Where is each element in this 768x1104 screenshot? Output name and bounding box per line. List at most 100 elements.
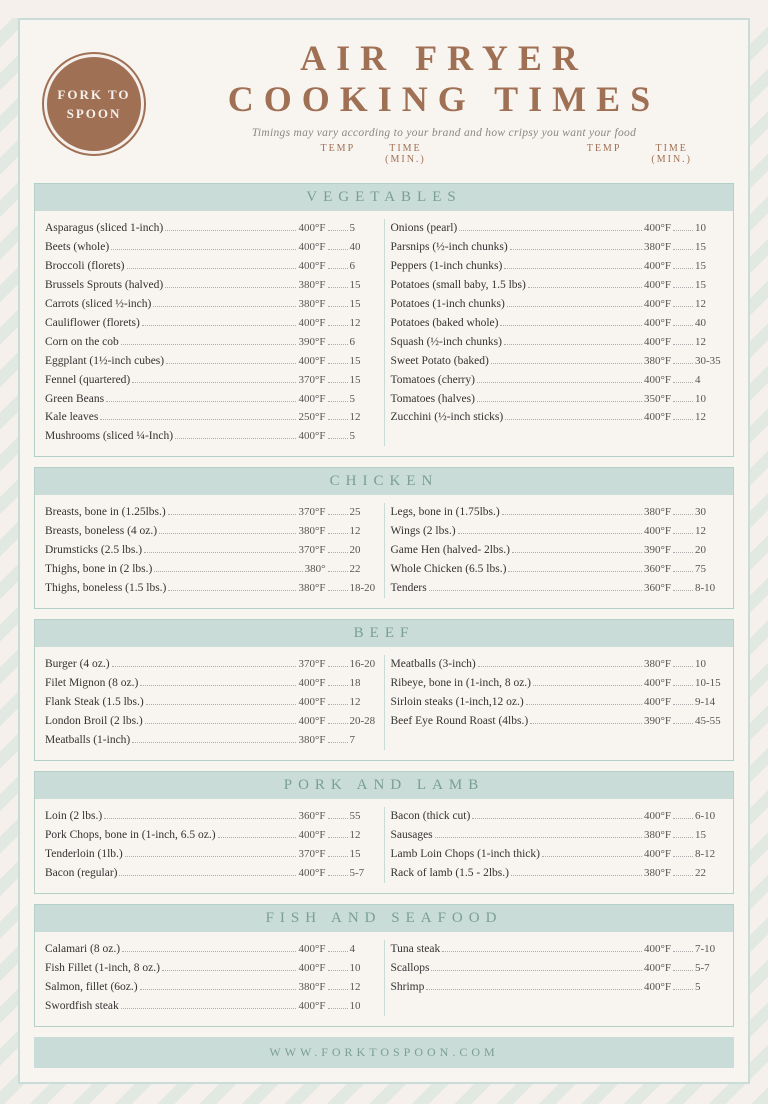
section-title: BEEF <box>35 625 733 642</box>
dot-leader-2 <box>673 856 693 857</box>
food-time: 40 <box>695 314 723 332</box>
dot-leader <box>175 438 296 439</box>
dot-leader-2 <box>673 590 693 591</box>
food-temp: 350°F <box>644 390 671 408</box>
dot-leader-2 <box>328 552 348 553</box>
dot-leader-2 <box>328 325 348 326</box>
table-row: Legs, bone in (1.75lbs.)380°F30 <box>391 503 724 522</box>
dot-leader-2 <box>673 268 693 269</box>
food-temp: 380°F <box>644 503 671 521</box>
food-time: 12 <box>695 295 723 313</box>
food-name: Cauliflower (florets) <box>45 314 140 333</box>
column-divider <box>384 655 385 750</box>
table-row: Beets (whole)400°F40 <box>45 238 378 257</box>
dot-leader <box>542 856 642 857</box>
dot-leader <box>132 382 296 383</box>
food-name: Pork Chops, bone in (1-inch, 6.5 oz.) <box>45 826 216 845</box>
food-name: Squash (½-inch chunks) <box>391 333 502 352</box>
section-body: Loin (2 lbs.)360°F55Pork Chops, bone in … <box>35 799 733 893</box>
food-time: 20 <box>695 541 723 559</box>
table-row: Loin (2 lbs.)360°F55 <box>45 807 378 826</box>
column-headers: Temp Time (Min.) Temp Time <box>164 139 724 171</box>
food-time: 15 <box>695 238 723 256</box>
left-time-label: Time (Min.) <box>385 143 426 165</box>
food-time: 8-10 <box>695 579 723 597</box>
dot-leader <box>111 249 296 250</box>
dot-leader-2 <box>673 951 693 952</box>
food-time: 12 <box>695 408 723 426</box>
food-temp: 400°F <box>298 693 325 711</box>
dot-leader-2 <box>673 571 693 572</box>
food-temp: 400°F <box>644 674 671 692</box>
food-time: 12 <box>350 408 378 426</box>
dot-leader-2 <box>328 856 348 857</box>
section-header: VEGETABLES <box>35 184 733 211</box>
right-temp-label: Temp <box>587 143 622 165</box>
food-name: Brussels Sprouts (halved) <box>45 276 163 295</box>
section-chicken: CHICKENBreasts, bone in (1.25lbs.)370°F2… <box>34 467 734 609</box>
dot-leader-2 <box>328 742 348 743</box>
food-time: 18-20 <box>350 579 378 597</box>
food-time: 12 <box>350 826 378 844</box>
food-name: Scallops <box>391 959 430 978</box>
food-name: Green Beans <box>45 390 104 409</box>
dot-leader <box>104 818 296 819</box>
food-name: Mushrooms (sliced ¼-Inch) <box>45 427 173 446</box>
food-name: Drumsticks (2.5 lbs.) <box>45 541 142 560</box>
food-name: Game Hen (halved- 2lbs.) <box>391 541 510 560</box>
dot-leader <box>165 287 296 288</box>
dot-leader <box>502 514 642 515</box>
food-column: Meatballs (3-inch)380°F10Ribeye, bone in… <box>391 655 724 750</box>
food-time: 5 <box>350 390 378 408</box>
food-temp: 400°F <box>644 219 671 237</box>
dot-leader <box>121 1008 297 1009</box>
dot-leader <box>146 704 297 705</box>
food-name: Potatoes (baked whole) <box>391 314 499 333</box>
dot-leader-2 <box>673 666 693 667</box>
dot-leader-2 <box>673 723 693 724</box>
food-temp: 400°F <box>644 978 671 996</box>
food-name: Tenderloin (1lb.) <box>45 845 123 864</box>
food-name: Eggplant (1½-inch cubes) <box>45 352 164 371</box>
section-title: FISH AND SEAFOOD <box>35 910 733 927</box>
food-time: 20 <box>350 541 378 559</box>
food-temp: 400°F <box>644 408 671 426</box>
food-temp: 400°F <box>644 276 671 294</box>
food-name: Ribeye, bone in (1-inch, 8 oz.) <box>391 674 532 693</box>
table-row: Calamari (8 oz.)400°F4 <box>45 940 378 959</box>
table-row: London Broil (2 lbs.)400°F20-28 <box>45 712 378 731</box>
food-name: Sweet Potato (baked) <box>391 352 489 371</box>
food-name: Onions (pearl) <box>391 219 458 238</box>
dot-leader-2 <box>328 268 348 269</box>
table-row: Mushrooms (sliced ¼-Inch)400°F5 <box>45 427 378 446</box>
table-row: Potatoes (baked whole)400°F40 <box>391 314 724 333</box>
footer: www.forktospoon.com <box>34 1037 734 1068</box>
dot-leader-2 <box>328 685 348 686</box>
table-row: Flank Steak (1.5 lbs.)400°F12 <box>45 693 378 712</box>
food-name: Wings (2 lbs.) <box>391 522 456 541</box>
food-name: Tomatoes (cherry) <box>391 371 475 390</box>
section-body: Breasts, bone in (1.25lbs.)370°F25Breast… <box>35 495 733 608</box>
food-time: 6 <box>350 257 378 275</box>
food-name: Swordfish steak <box>45 997 119 1016</box>
table-row: Salmon, fillet (6oz.)380°F12 <box>45 978 378 997</box>
food-name: Broccoli (florets) <box>45 257 125 276</box>
table-row: Broccoli (florets)400°F6 <box>45 257 378 276</box>
food-name: Carrots (sliced ½-inch) <box>45 295 151 314</box>
dot-leader <box>478 666 642 667</box>
dot-leader <box>512 552 642 553</box>
section-title: VEGETABLES <box>35 189 733 206</box>
table-row: Whole Chicken (6.5 lbs.)360°F75 <box>391 560 724 579</box>
table-row: Peppers (1-inch chunks)400°F15 <box>391 257 724 276</box>
food-time: 30 <box>695 503 723 521</box>
food-name: Parsnips (½-inch chunks) <box>391 238 508 257</box>
food-temp: 370°F <box>298 655 325 673</box>
food-name: London Broil (2 lbs.) <box>45 712 143 731</box>
food-column: Bacon (thick cut)400°F6-10Sausages380°F1… <box>391 807 724 883</box>
section-vegetables: VEGETABLESAsparagus (sliced 1-inch)400°F… <box>34 183 734 458</box>
food-name: Tenders <box>391 579 427 598</box>
dot-leader <box>491 363 642 364</box>
food-time: 25 <box>350 503 378 521</box>
food-name: Bacon (regular) <box>45 864 117 883</box>
food-temp: 400°F <box>298 219 325 237</box>
